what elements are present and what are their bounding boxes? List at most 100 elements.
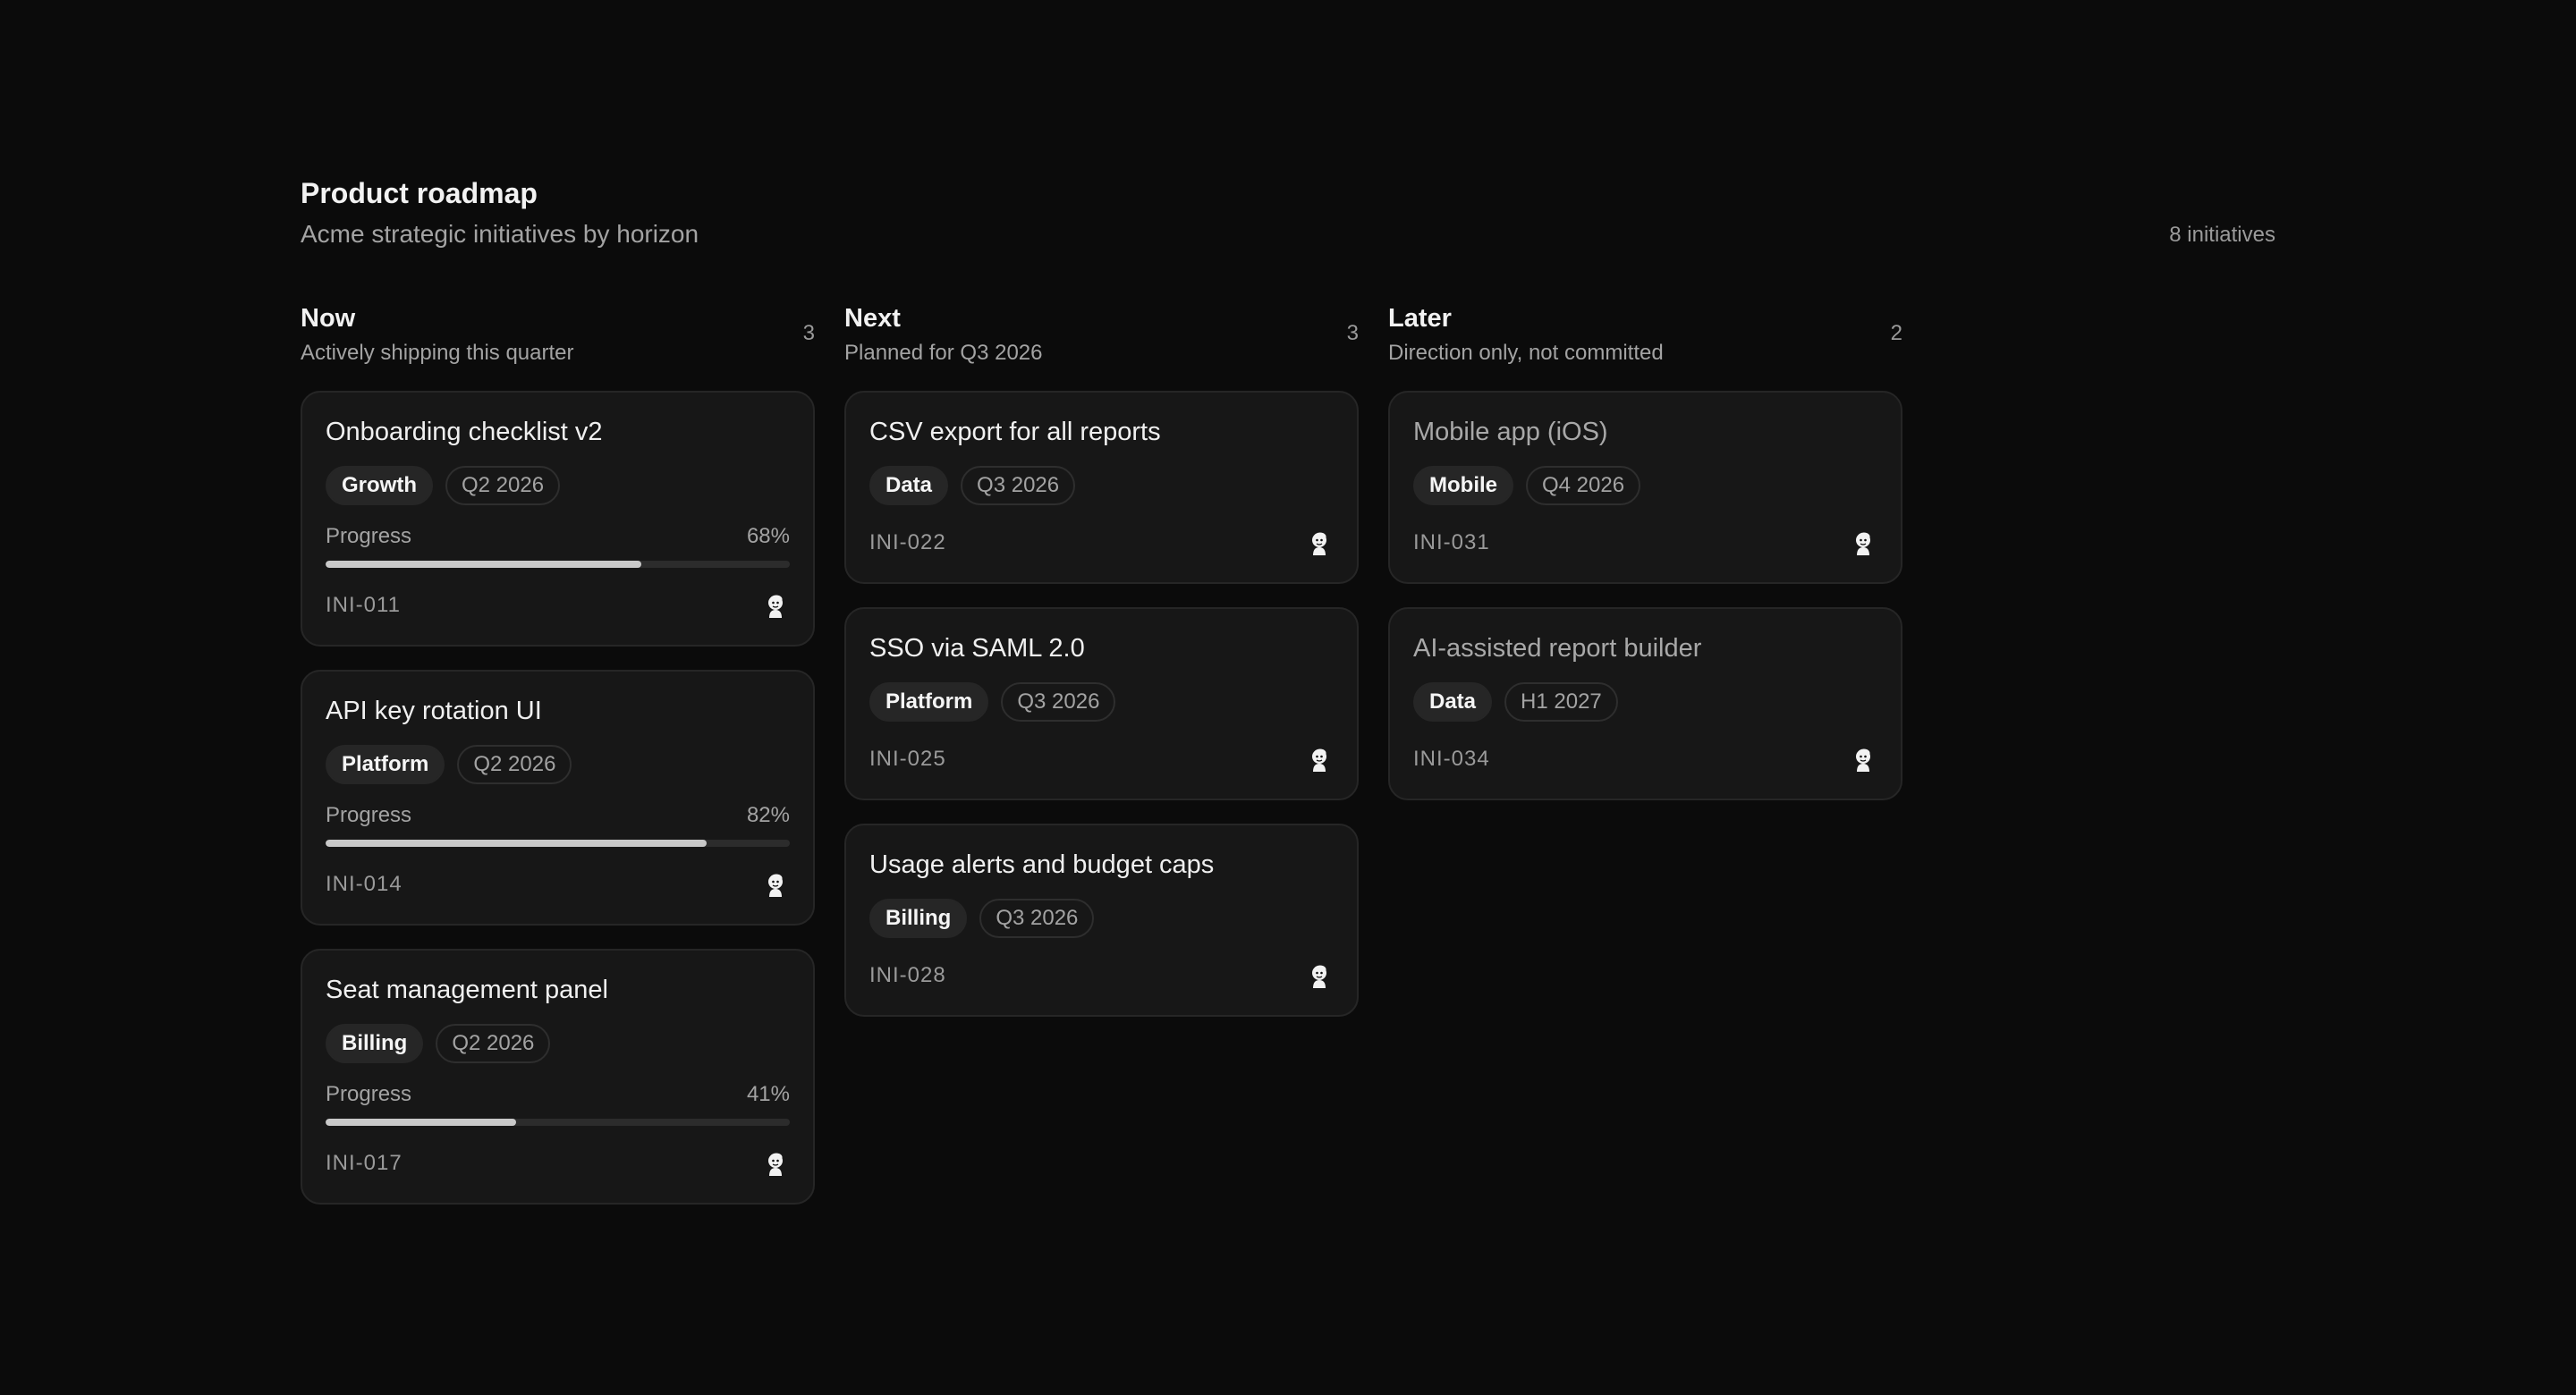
card-title: Onboarding checklist v2 xyxy=(326,418,603,446)
quarter-tag: H1 2027 xyxy=(1504,682,1618,722)
initiative-id: INI-022 xyxy=(869,530,946,554)
initiative-id: INI-031 xyxy=(1413,530,1490,554)
roadmap-page: Product roadmap Acme strategic initiativ… xyxy=(301,175,2275,1205)
card-title: CSV export for all reports xyxy=(869,418,1161,446)
owner-avatar-icon xyxy=(1856,748,1870,772)
team-tag: Billing xyxy=(869,899,968,938)
card-footer: INI-022 xyxy=(869,525,1334,561)
card-tags: Growth Q2 2026 xyxy=(326,466,790,505)
card-footer: INI-014 xyxy=(326,867,790,902)
quarter-tag: Q2 2026 xyxy=(457,745,572,784)
initiative-card[interactable]: Onboarding checklist v2 Growth Q2 2026 P… xyxy=(301,391,815,647)
column-count: 2 xyxy=(1890,321,1902,345)
column-name: Now xyxy=(301,304,356,333)
progress-percent: 82% xyxy=(746,803,790,827)
column-later: Later Direction only, not committed 2 Mo… xyxy=(1388,302,1902,1228)
card-footer: INI-017 xyxy=(326,1146,790,1181)
progress-label: Progress xyxy=(326,1082,412,1106)
initiative-id: INI-028 xyxy=(869,963,946,987)
initiative-card[interactable]: SSO via SAML 2.0 Platform Q3 2026 INI-02… xyxy=(844,607,1359,800)
column-next: Next Planned for Q3 2026 3 CSV export fo… xyxy=(844,302,1359,1228)
card-tags: Billing Q2 2026 xyxy=(326,1024,790,1063)
owner-avatar-icon xyxy=(768,595,783,618)
card-tags: Platform Q3 2026 xyxy=(869,682,1334,722)
card-title: Usage alerts and budget caps xyxy=(869,850,1215,879)
card-title: Mobile app (iOS) xyxy=(1413,418,1608,446)
initiative-card[interactable]: Usage alerts and budget caps Billing Q3 … xyxy=(844,824,1359,1017)
column-count: 3 xyxy=(802,321,815,345)
card-footer: INI-031 xyxy=(1413,525,1877,561)
progress-track xyxy=(326,1119,790,1126)
team-tag: Data xyxy=(869,466,949,505)
quarter-tag: Q3 2026 xyxy=(1001,682,1116,722)
team-tag: Mobile xyxy=(1413,466,1513,505)
progress-row: Progress 41% xyxy=(326,1081,790,1108)
card-tags: Data Q3 2026 xyxy=(869,466,1334,505)
roadmap-board: Now Actively shipping this quarter 3 Onb… xyxy=(301,302,1902,1228)
initiative-id: INI-017 xyxy=(326,1151,402,1175)
initiative-card[interactable]: API key rotation UI Platform Q2 2026 Pro… xyxy=(301,670,815,926)
card-title: API key rotation UI xyxy=(326,697,542,725)
card-footer: INI-034 xyxy=(1413,741,1877,777)
column-now: Now Actively shipping this quarter 3 Onb… xyxy=(301,302,815,1228)
initiative-card[interactable]: Mobile app (iOS) Mobile Q4 2026 INI-031 xyxy=(1388,391,1902,584)
page-subtitle: Acme strategic initiatives by horizon xyxy=(301,220,699,248)
column-name: Next xyxy=(844,304,901,333)
card-tags: Billing Q3 2026 xyxy=(869,899,1334,938)
initiative-id: INI-034 xyxy=(1413,747,1490,771)
column-description: Planned for Q3 2026 xyxy=(844,341,1043,365)
card-tags: Mobile Q4 2026 xyxy=(1413,466,1877,505)
column-header: Later Direction only, not committed 2 xyxy=(1388,302,1902,391)
column-description: Direction only, not committed xyxy=(1388,341,1664,365)
card-title: SSO via SAML 2.0 xyxy=(869,634,1085,663)
progress-row: Progress 82% xyxy=(326,802,790,829)
column-name: Later xyxy=(1388,304,1452,333)
initiative-card[interactable]: Seat management panel Billing Q2 2026 Pr… xyxy=(301,949,815,1205)
initiative-card[interactable]: CSV export for all reports Data Q3 2026 … xyxy=(844,391,1359,584)
progress-fill xyxy=(326,561,641,568)
quarter-tag: Q2 2026 xyxy=(436,1024,551,1063)
initiative-card[interactable]: AI-assisted report builder Data H1 2027 … xyxy=(1388,607,1902,800)
team-tag: Billing xyxy=(326,1024,424,1063)
column-header: Now Actively shipping this quarter 3 xyxy=(301,302,815,391)
initiative-id: INI-025 xyxy=(869,747,946,771)
card-title: AI-assisted report builder xyxy=(1413,634,1702,663)
card-footer: INI-011 xyxy=(326,588,790,623)
card-footer: INI-028 xyxy=(869,958,1334,993)
initiative-total: 8 initiatives xyxy=(2169,223,2275,247)
owner-avatar-icon xyxy=(1312,748,1326,772)
owner-avatar-icon xyxy=(768,1153,783,1176)
team-tag: Data xyxy=(1413,682,1493,722)
team-tag: Platform xyxy=(326,745,445,784)
column-header: Next Planned for Q3 2026 3 xyxy=(844,302,1359,391)
card-tags: Platform Q2 2026 xyxy=(326,745,790,784)
progress-fill xyxy=(326,1119,516,1126)
card-title: Seat management panel xyxy=(326,976,608,1004)
page-title: Product roadmap xyxy=(301,177,538,209)
initiative-id: INI-014 xyxy=(326,872,402,896)
quarter-tag: Q3 2026 xyxy=(961,466,1076,505)
progress-label: Progress xyxy=(326,803,412,827)
initiative-id: INI-011 xyxy=(326,593,401,617)
quarter-tag: Q2 2026 xyxy=(445,466,561,505)
owner-avatar-icon xyxy=(1312,965,1326,988)
owner-avatar-icon xyxy=(1856,532,1870,555)
card-footer: INI-025 xyxy=(869,741,1334,777)
progress-fill xyxy=(326,840,707,847)
team-tag: Platform xyxy=(869,682,989,722)
column-count: 3 xyxy=(1346,321,1359,345)
quarter-tag: Q4 2026 xyxy=(1526,466,1641,505)
progress-percent: 68% xyxy=(746,524,790,548)
progress-track xyxy=(326,840,790,847)
progress-percent: 41% xyxy=(746,1082,790,1106)
team-tag: Growth xyxy=(326,466,433,505)
progress-track xyxy=(326,561,790,568)
column-description: Actively shipping this quarter xyxy=(301,341,574,365)
owner-avatar-icon xyxy=(768,874,783,897)
card-tags: Data H1 2027 xyxy=(1413,682,1877,722)
progress-label: Progress xyxy=(326,524,412,548)
page-header: Product roadmap Acme strategic initiativ… xyxy=(301,175,2275,300)
quarter-tag: Q3 2026 xyxy=(979,899,1095,938)
owner-avatar-icon xyxy=(1312,532,1326,555)
progress-row: Progress 68% xyxy=(326,523,790,550)
